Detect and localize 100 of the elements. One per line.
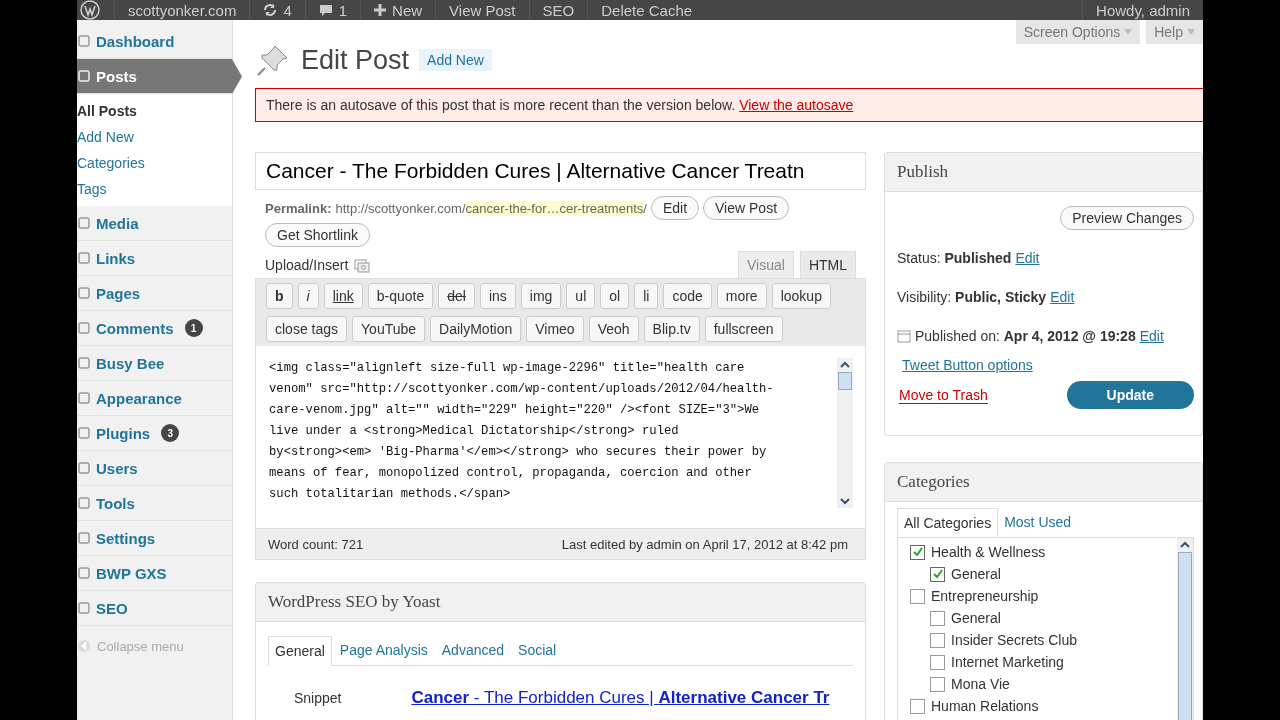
wordpress-logo-icon[interactable]	[80, 0, 100, 20]
checkbox[interactable]	[910, 544, 925, 560]
menu-icon	[77, 69, 91, 83]
category-label: Human Relations	[931, 698, 1039, 714]
toolbar-button[interactable]: close tags	[266, 316, 348, 342]
move-to-trash-link[interactable]: Move to Trash	[899, 386, 988, 404]
menu-item[interactable]: Comments 1	[77, 311, 232, 346]
submenu-item[interactable]: Tags	[77, 176, 232, 202]
menu-item[interactable]: Pages	[77, 276, 232, 311]
update-button[interactable]: Update	[1066, 381, 1194, 409]
toolbar-button[interactable]: lookup	[771, 283, 831, 309]
toolbar-button[interactable]: ol	[600, 283, 630, 309]
edit-link[interactable]: Edit	[1139, 327, 1164, 344]
autosave-link[interactable]: View the autosave	[739, 97, 854, 113]
menu-item[interactable]: Links	[77, 241, 232, 276]
submenu-item[interactable]: All Posts	[77, 98, 232, 124]
publish-setting: Status: Published	[897, 249, 1012, 266]
menu-icon	[77, 566, 91, 580]
toolbar-button[interactable]: more	[716, 283, 767, 309]
panel-title: WordPress SEO by Yoast	[256, 583, 865, 622]
admin-bar-link[interactable]: New	[360, 0, 436, 20]
caret-icon	[1187, 29, 1195, 35]
screen-options-tab[interactable]: Screen Options	[1015, 20, 1141, 44]
submenu-item[interactable]: Categories	[77, 150, 232, 176]
category-tab[interactable]: All Categories	[897, 508, 999, 537]
checkbox[interactable]	[910, 698, 925, 714]
scroll-thumb[interactable]	[838, 372, 852, 390]
category-tab[interactable]: Most Used	[998, 508, 1078, 537]
checkbox[interactable]	[930, 676, 945, 692]
seo-tab[interactable]: Advanced	[435, 636, 511, 665]
menu-item[interactable]: SEO	[77, 591, 232, 626]
count-badge: 3	[161, 424, 180, 442]
scrollbar[interactable]	[837, 358, 853, 508]
snippet-title-link[interactable]: Cancer - The Forbidden Cures | Alternative Cancer Tr	[411, 688, 830, 708]
permalink-button[interactable]: Get Shortlink	[265, 223, 370, 247]
menu-item[interactable]: Posts	[77, 59, 242, 94]
category-label: Entrepreneurship	[931, 588, 1039, 604]
comment-icon	[318, 3, 333, 17]
edit-link[interactable]: Edit	[1050, 288, 1075, 305]
media-icon[interactable]	[354, 256, 371, 273]
scrollbar[interactable]	[1177, 538, 1193, 720]
checkbox[interactable]	[930, 610, 945, 626]
html-editor-text[interactable]: <img class="alignleft size-full wp-image-2296" title="health care venom" src="http://scottyonker.com/wp-content/uploads/2012/04/health- care-venom.jpg" alt="" width="229" height="220" /><font SIZE="3">We live under a <strong>Medical Dictatorship</strong> ruled by<strong><em> 'Big-Pharma'</em></strong> who secures their power by means of fear, monopolized control, propaganda, coercion and other such totalitarian methods.</span>	[269, 358, 837, 528]
toolbar-button[interactable]: Veoh	[588, 316, 639, 342]
menu-item[interactable]: Settings	[77, 521, 232, 556]
toolbar-button[interactable]: Blip.tv	[643, 316, 700, 342]
checkbox[interactable]	[930, 632, 945, 648]
toolbar-button[interactable]: DailyMotion	[430, 316, 522, 342]
tweet-options-link[interactable]: Tweet Button options	[902, 357, 1033, 373]
menu-icon	[77, 216, 91, 230]
scroll-thumb[interactable]	[1178, 552, 1192, 720]
toolbar-button[interactable]: code	[663, 283, 712, 309]
menu-item[interactable]: BWP GXS	[77, 556, 232, 591]
updates-link[interactable]: 4	[249, 0, 305, 20]
screen-options-tab[interactable]: Help	[1146, 20, 1203, 44]
admin-bar-link[interactable]: SEO	[528, 0, 588, 20]
add-new-button[interactable]: Add New	[419, 49, 492, 71]
checkbox[interactable]	[930, 654, 945, 670]
permalink-button[interactable]: View Post	[703, 196, 790, 220]
checkbox[interactable]	[930, 566, 945, 582]
admin-bar-link[interactable]: Delete Cache	[587, 0, 706, 20]
edit-link[interactable]: Edit	[1015, 249, 1040, 266]
permalink-button[interactable]: Edit	[650, 196, 700, 220]
page-title: Edit Post	[301, 44, 410, 76]
toolbar-button[interactable]: img	[520, 283, 562, 309]
seo-tab[interactable]: Social	[512, 636, 563, 665]
menu-item[interactable]: Media	[77, 206, 232, 241]
menu-icon	[77, 286, 91, 300]
submenu-item[interactable]: Add New	[77, 124, 232, 150]
calendar-icon	[897, 328, 911, 343]
seo-tab[interactable]: General	[268, 636, 332, 666]
toolbar-button[interactable]: li	[634, 283, 659, 309]
menu-item[interactable]: Tools	[77, 486, 232, 521]
toolbar-button[interactable]: fullscreen	[704, 316, 783, 342]
preview-changes-button[interactable]: Preview Changes	[1060, 206, 1194, 230]
count-badge: 1	[184, 319, 203, 337]
checkbox[interactable]	[910, 588, 925, 604]
post-title-field[interactable]: Cancer - The Forbidden Cures | Alternative Cancer Treatn	[255, 152, 866, 190]
menu-item[interactable]: Users	[77, 451, 232, 486]
toolbar-button[interactable]: b-quote	[367, 283, 434, 309]
menu-item[interactable]: Plugins 3	[77, 416, 232, 451]
toolbar-button[interactable]: ul	[566, 283, 596, 309]
toolbar-button[interactable]: b	[266, 283, 293, 309]
menu-item[interactable]: Busy Bee	[77, 346, 232, 381]
word-count: Word count: 721	[268, 537, 364, 552]
seo-tab[interactable]: Page Analysis	[333, 636, 434, 665]
toolbar-button[interactable]: YouTube	[352, 316, 426, 342]
toolbar-button[interactable]: i	[297, 283, 319, 309]
toolbar-button[interactable]: del	[438, 283, 475, 309]
menu-icon	[77, 461, 91, 475]
editor-tab[interactable]: Visual	[738, 251, 794, 278]
menu-item[interactable]: Appearance	[77, 381, 232, 416]
menu-icon	[77, 601, 91, 615]
admin-bar-link[interactable]: View Post	[435, 0, 529, 20]
comments-link[interactable]: 1	[304, 0, 361, 20]
toolbar-button[interactable]: ins	[479, 283, 516, 309]
toolbar-button[interactable]: Vimeo	[526, 316, 584, 342]
permalink-label: Permalink:	[265, 200, 332, 216]
editor-tab[interactable]: HTML	[799, 251, 856, 278]
toolbar-button[interactable]: link	[323, 283, 363, 309]
